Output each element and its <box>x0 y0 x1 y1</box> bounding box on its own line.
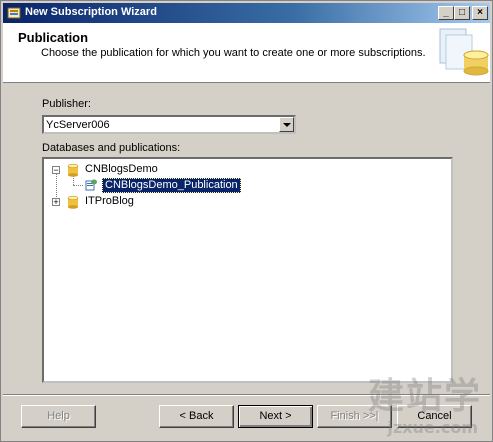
tree-connector <box>73 185 83 186</box>
footer-divider <box>3 394 490 396</box>
collapse-icon[interactable]: − <box>52 166 60 175</box>
close-button[interactable]: × <box>472 6 488 20</box>
databases-label: Databases and publications: <box>42 142 181 154</box>
wizard-header: Publication Choose the publication for w… <box>3 23 490 83</box>
page-subtitle: Choose the publication for which you wan… <box>41 47 426 59</box>
minimize-button[interactable]: _ <box>438 6 454 20</box>
finish-button[interactable]: Finish >>| <box>317 405 392 428</box>
publisher-label: Publisher: <box>42 98 91 110</box>
database-icon <box>67 163 79 177</box>
tree-node-label[interactable]: CNBlogsDemo <box>83 163 160 176</box>
chevron-down-icon[interactable] <box>279 117 294 132</box>
back-button[interactable]: < Back <box>159 405 234 428</box>
publication-icon <box>85 179 97 191</box>
next-button[interactable]: Next > <box>238 405 313 428</box>
wizard-app-icon <box>7 7 21 19</box>
maximize-button[interactable]: □ <box>454 6 470 20</box>
tree-node-label-selected[interactable]: CNBlogsDemo_Publication <box>102 178 241 193</box>
wizard-window: New Subscription Wizard _ □ × Publicatio… <box>0 0 493 442</box>
title-bar[interactable]: New Subscription Wizard _ □ × <box>3 3 490 23</box>
help-button[interactable]: Help <box>21 405 96 428</box>
expand-icon[interactable]: + <box>52 198 60 207</box>
page-title: Publication <box>18 30 89 45</box>
publication-tree[interactable]: − CNBlogsDemo CNBlogsDemo_Publication + … <box>42 157 453 383</box>
window-title: New Subscription Wizard <box>25 6 157 18</box>
database-icon <box>67 195 79 209</box>
publisher-value: YcServer006 <box>46 119 110 131</box>
publisher-dropdown[interactable]: YcServer006 <box>42 115 296 134</box>
database-banner-icon <box>439 28 489 76</box>
cancel-button[interactable]: Cancel <box>397 405 472 428</box>
tree-node-label[interactable]: ITProBlog <box>83 195 136 208</box>
